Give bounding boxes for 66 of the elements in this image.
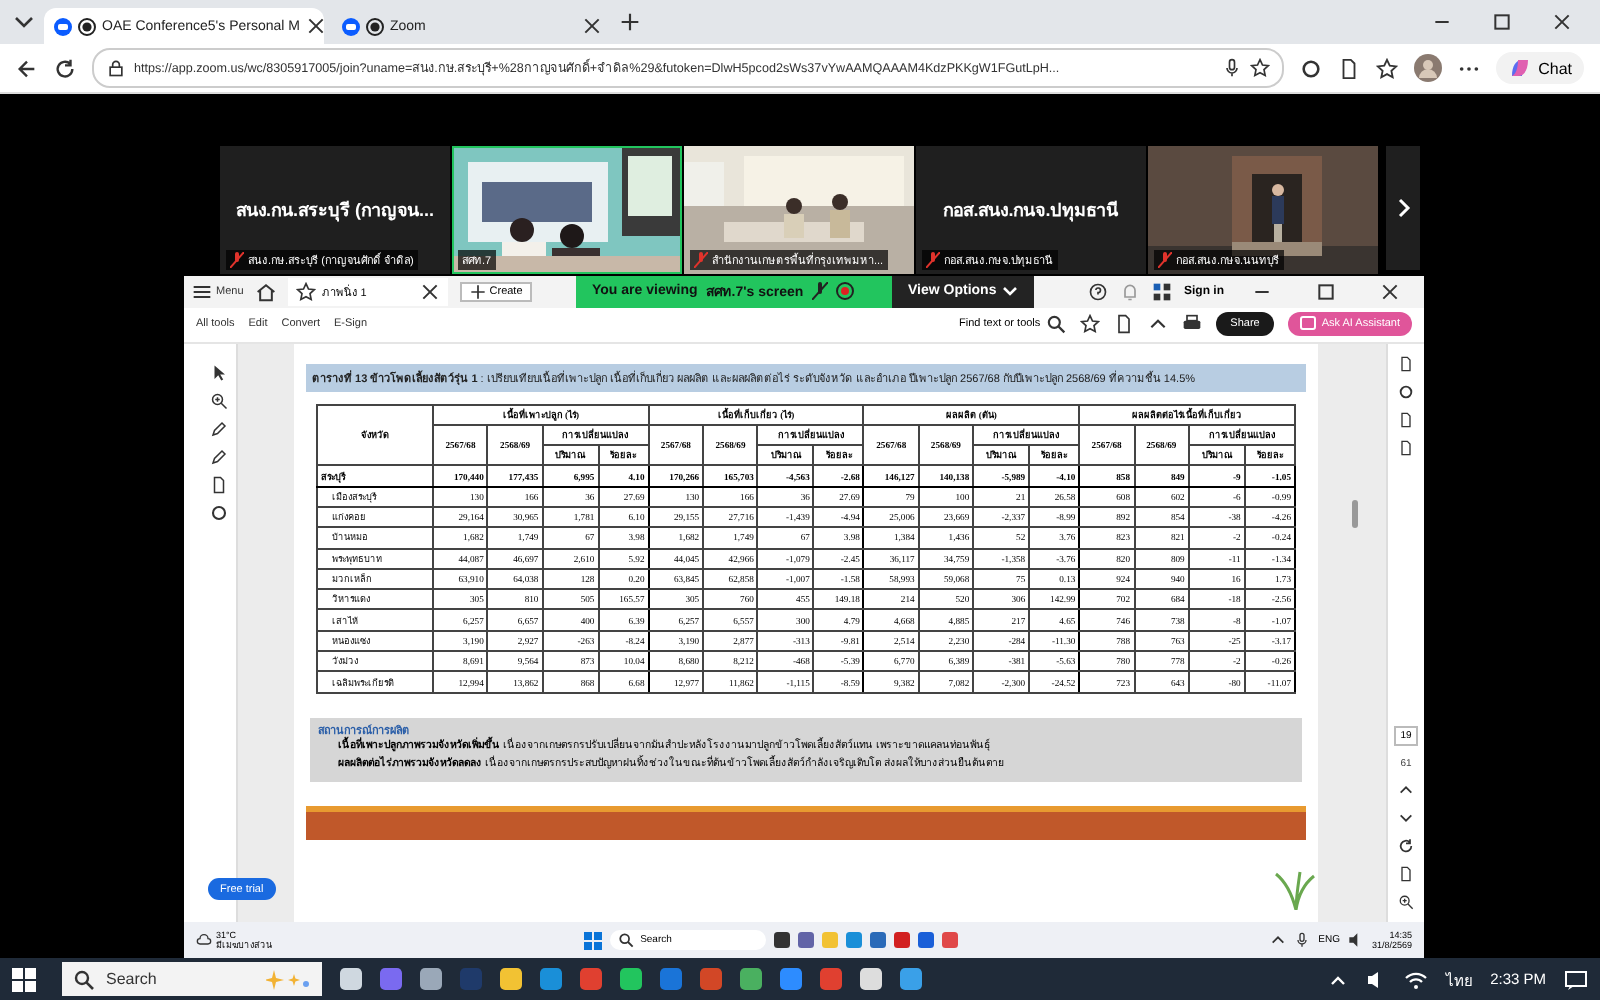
participant-name: กอส.สนง.กนจ.ปทุมธานี: [943, 198, 1119, 224]
copilot-icon: [1508, 56, 1533, 80]
zoom-in-icon[interactable]: [1398, 894, 1414, 910]
app-icon[interactable]: [620, 968, 642, 990]
notifications-icon[interactable]: [1564, 967, 1588, 991]
favorite-icon[interactable]: [1250, 58, 1271, 78]
select-tool-icon[interactable]: [209, 363, 227, 382]
print-icon[interactable]: [1182, 314, 1203, 335]
muted-microphone-icon: [811, 282, 828, 301]
microphone-icon[interactable]: [1222, 58, 1243, 78]
app-icon[interactable]: [860, 968, 882, 990]
close-icon[interactable]: [1552, 12, 1572, 32]
zoom-logo-icon: [54, 17, 72, 35]
app-icon[interactable]: [340, 968, 362, 990]
weather-icon: [196, 932, 212, 948]
document-icon[interactable]: [1398, 866, 1414, 882]
search-icon: [1046, 314, 1067, 335]
search-text: Search: [106, 970, 157, 988]
zoom-logo-icon: [342, 17, 360, 35]
recording-icon: [78, 17, 96, 35]
plus-icon: [469, 283, 486, 300]
profile-avatar[interactable]: [1414, 54, 1443, 82]
menu-icon: [192, 281, 212, 302]
app-icon[interactable]: [420, 968, 442, 990]
chevron-up-icon[interactable]: [1270, 932, 1287, 948]
record-icon: [835, 282, 854, 301]
next-page-icon[interactable]: [1398, 810, 1414, 826]
chat-icon: [1299, 316, 1316, 333]
chevron-right-icon: [1395, 198, 1411, 218]
close-icon[interactable]: [582, 16, 602, 36]
app-icon[interactable]: [740, 968, 762, 990]
previous-page-icon[interactable]: [1398, 782, 1414, 798]
chevron-down-icon: [1002, 285, 1019, 298]
restore-icon[interactable]: [1492, 12, 1512, 32]
search-icon: [74, 969, 94, 989]
wifi-icon[interactable]: [1404, 967, 1429, 991]
scrollbar-thumb[interactable]: [1352, 499, 1358, 528]
rotate-icon[interactable]: [1398, 838, 1414, 854]
microphone-icon[interactable]: [1294, 932, 1311, 948]
zoom-tool-icon[interactable]: [209, 391, 227, 410]
help-icon[interactable]: [1088, 281, 1108, 302]
restore-icon[interactable]: [1316, 281, 1336, 302]
close-icon[interactable]: [306, 16, 326, 36]
pen-tool-icon[interactable]: [209, 419, 227, 438]
start-icon[interactable]: [12, 967, 36, 991]
home-icon[interactable]: [255, 281, 276, 302]
new-tab-icon[interactable]: [620, 12, 640, 32]
lock-icon: [106, 58, 126, 78]
reload-icon[interactable]: [54, 57, 76, 79]
grass-drawing: [1274, 870, 1318, 910]
chat-button[interactable]: Chat: [1496, 52, 1584, 84]
taskbar-search[interactable]: Search: [62, 962, 322, 996]
participant-name: สนง.กน.สระบุรี (กาญจน...: [236, 198, 434, 224]
close-icon[interactable]: [419, 281, 440, 302]
recording-icon: [366, 17, 384, 35]
search-icon: [618, 932, 635, 948]
close-icon[interactable]: [1380, 281, 1400, 302]
app-icon[interactable]: [500, 968, 522, 990]
start-icon[interactable]: [584, 931, 603, 949]
back-icon[interactable]: [16, 57, 38, 79]
sparkle-icon: [266, 969, 310, 989]
apps-icon[interactable]: [1152, 281, 1172, 302]
star-icon: [295, 281, 316, 302]
favorites-icon[interactable]: [1376, 57, 1399, 79]
draw-tool-icon[interactable]: [209, 447, 227, 466]
app-icon[interactable]: [900, 968, 922, 990]
